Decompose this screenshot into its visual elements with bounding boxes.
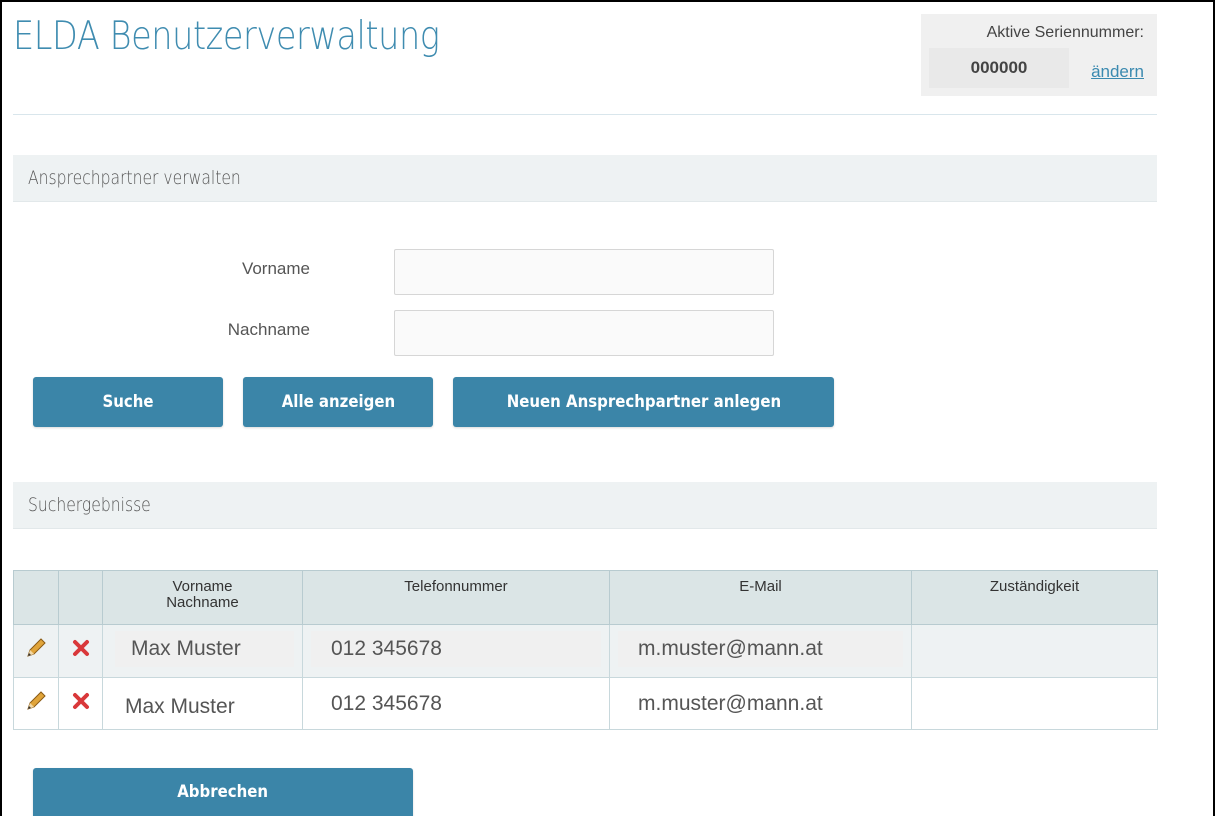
- pencil-icon[interactable]: [24, 689, 48, 719]
- results-table: Vorname Nachname Telefonnummer E-Mail Zu…: [13, 570, 1158, 730]
- col-responsibility-header: Zuständigkeit: [911, 570, 1158, 625]
- email-cell: m.muster@mann.at: [609, 677, 912, 730]
- col-edit-header: [13, 570, 59, 625]
- contact-phone: 012 345678: [331, 691, 442, 715]
- col-name-header: Vorname Nachname: [102, 570, 303, 625]
- contact-name: Max Muster: [115, 631, 294, 667]
- cancel-button-label: Abbrechen: [177, 782, 269, 802]
- serial-number-label: Aktive Seriennummer:: [986, 24, 1144, 41]
- create-contact-button[interactable]: Neuen Ansprechpartner anlegen: [453, 377, 834, 427]
- name-cell: Max Muster: [102, 624, 303, 678]
- table-row: Max Muster 012 345678 m.muster@mann.at: [13, 624, 1158, 678]
- search-button[interactable]: Suche: [33, 377, 223, 427]
- responsibility-cell: [911, 624, 1158, 678]
- show-all-button-label: Alle anzeigen: [281, 392, 395, 412]
- contact-email: m.muster@mann.at: [618, 631, 903, 667]
- table-row: Max Muster 012 345678 m.muster@mann.at: [13, 677, 1158, 730]
- responsibility-cell: [911, 677, 1158, 730]
- delete-x-icon[interactable]: [71, 638, 91, 664]
- header-divider: [13, 114, 1157, 115]
- contact-name: Max Muster: [125, 694, 235, 718]
- search-button-label: Suche: [102, 392, 154, 412]
- col-email-header: E-Mail: [609, 570, 912, 625]
- col-name-header-line1: Vorname: [172, 578, 233, 595]
- name-cell: Max Muster: [102, 677, 303, 730]
- delete-x-icon[interactable]: [71, 691, 91, 717]
- lastname-input[interactable]: [394, 310, 774, 356]
- edit-cell: [13, 677, 59, 730]
- delete-cell: [58, 677, 103, 730]
- col-phone-header: Telefonnummer: [302, 570, 610, 625]
- results-section-title: Suchergebnisse: [28, 494, 151, 516]
- results-section-header: Suchergebnisse: [13, 482, 1157, 529]
- phone-cell: 012 345678: [302, 677, 610, 730]
- lastname-label: Nachname: [227, 320, 310, 339]
- page-title: ELDA Benutzerverwaltung: [13, 14, 440, 59]
- pencil-icon[interactable]: [24, 636, 48, 666]
- cancel-button[interactable]: Abbrechen: [33, 768, 413, 816]
- firstname-label: Vorname: [241, 259, 310, 278]
- contact-email: m.muster@mann.at: [638, 691, 823, 715]
- firstname-input[interactable]: [394, 249, 774, 295]
- contact-phone: 012 345678: [311, 631, 601, 667]
- serial-number-value: 000000: [929, 48, 1069, 88]
- results-header-row: Vorname Nachname Telefonnummer E-Mail Zu…: [13, 570, 1158, 625]
- manage-section-header: Ansprechpartner verwalten: [13, 155, 1157, 202]
- edit-cell: [13, 624, 59, 678]
- show-all-button[interactable]: Alle anzeigen: [243, 377, 433, 427]
- delete-cell: [58, 624, 103, 678]
- change-serial-link[interactable]: ändern: [1091, 62, 1144, 82]
- col-delete-header: [58, 570, 103, 625]
- serial-number-panel: Aktive Seriennummer: 000000 ändern: [921, 14, 1157, 96]
- phone-cell: 012 345678: [302, 624, 610, 678]
- col-name-header-line2: Nachname: [166, 594, 239, 611]
- create-contact-button-label: Neuen Ansprechpartner anlegen: [506, 392, 781, 412]
- email-cell: m.muster@mann.at: [609, 624, 912, 678]
- manage-section-title: Ansprechpartner verwalten: [28, 167, 241, 189]
